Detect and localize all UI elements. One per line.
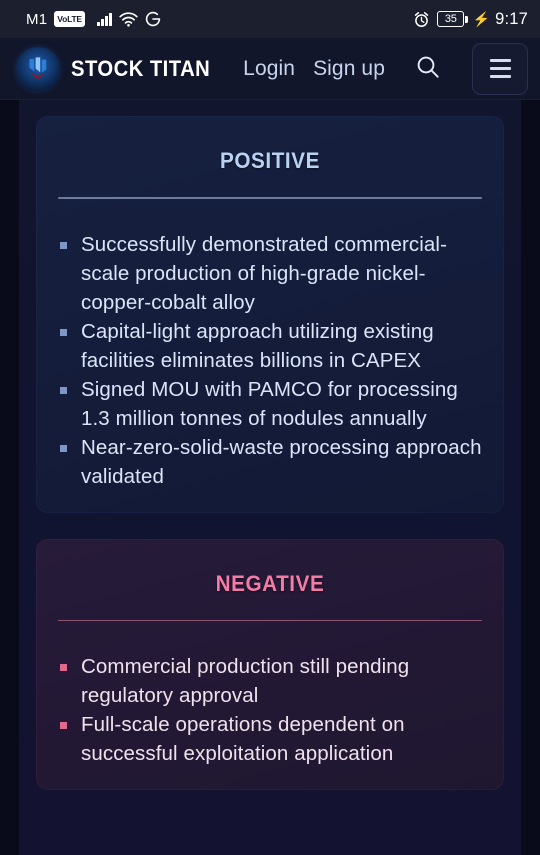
negative-bullet-list: Commercial production still pending regu… [58,652,482,768]
negative-highlights-card: Negative Commercial production still pen… [36,538,504,790]
list-item: Capital-light approach utilizing existin… [58,317,482,375]
positive-highlights-card: Positive Successfully demonstrated comme… [36,116,504,513]
hamburger-menu-icon [489,59,511,62]
charging-bolt-icon: ⚡ [472,11,491,27]
status-bar-left: M1 VoLTE [26,11,161,28]
positive-bullet-list: Successfully demonstrated commercial-sca… [58,230,482,491]
battery-cap [465,15,468,23]
login-link[interactable]: Login [243,57,295,81]
signup-link[interactable]: Sign up [313,57,385,81]
positive-card-divider [58,197,482,199]
volte-badge: VoLTE [54,11,85,27]
positive-card-title: Positive [220,140,320,175]
negative-card-title: Negative [215,562,325,598]
brand-home-link[interactable]: STOCK TITAN [16,46,243,91]
alarm-clock-icon [413,11,430,28]
list-item: Commercial production still pending regu… [58,652,482,710]
hamburger-menu-icon-bar3 [489,75,511,78]
battery-level-label: 35 [437,11,465,27]
search-icon [415,54,441,83]
negative-card-divider [58,619,482,621]
status-bar: M1 VoLTE 35 ⚡ 9:17 [0,0,540,38]
status-bar-right: 35 ⚡ 9:17 [413,10,528,29]
list-item: Near-zero-solid-waste processing approac… [58,433,482,491]
list-item: Signed MOU with PAMCO for processing 1.3… [58,375,482,433]
hamburger-menu-button[interactable] [472,42,528,95]
list-item: Successfully demonstrated commercial-sca… [58,230,482,317]
battery-indicator: 35 [437,11,468,27]
clock-time: 9:17 [495,9,528,28]
search-button[interactable] [411,52,445,86]
signal-bars-icon [96,12,112,26]
hamburger-menu-icon-bar2 [489,67,511,70]
content-column: Positive Successfully demonstrated comme… [19,100,521,855]
carrier-label: M1 [26,10,48,28]
brand-name: STOCK TITAN [71,55,211,81]
nav-links: Login Sign up [243,42,528,95]
list-item: Full-scale operations dependent on succe… [58,710,482,768]
google-g-icon [145,11,161,27]
page-body: Positive Successfully demonstrated comme… [0,100,540,855]
top-navbar: STOCK TITAN Login Sign up [0,38,540,100]
stock-titan-logo-icon [16,46,60,91]
wifi-icon [119,11,138,27]
